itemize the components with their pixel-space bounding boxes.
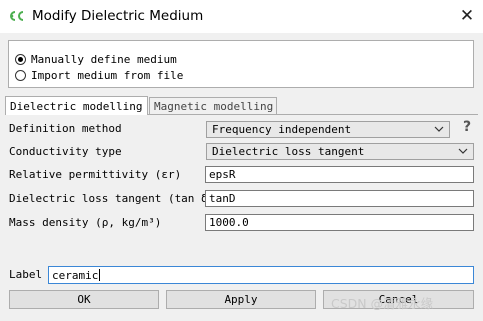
medium-source-group: Manually define medium Import medium fro… (8, 40, 474, 88)
ok-button[interactable]: OK (9, 290, 159, 309)
question-mark-icon: ? (462, 119, 472, 135)
watermark-text: CSDN @清雅永缘 (331, 296, 434, 311)
tab-magnetic-modelling[interactable]: Magnetic modelling (149, 97, 277, 115)
loss-tangent-label: Dielectric loss tangent (tan δ) (9, 192, 215, 205)
help-icon[interactable]: ? (460, 119, 474, 135)
name-label: Label (9, 268, 43, 281)
relative-permittivity-label: Relative permittivity (εr) (9, 168, 182, 181)
chevron-down-icon (434, 126, 444, 132)
radio-manual-indicator[interactable] (15, 53, 26, 65)
radio-import[interactable]: Import medium from file (15, 68, 183, 82)
conductivity-type-select[interactable]: Dielectric loss tangent (206, 143, 474, 160)
radio-manual-label: Manually define medium (31, 52, 177, 66)
definition-method-select[interactable]: Frequency independent (206, 121, 450, 138)
loss-tangent-input[interactable]: tanD (205, 190, 474, 207)
tab-magnetic-label: Magnetic modelling (154, 100, 274, 113)
relative-permittivity-input[interactable]: epsR (205, 166, 474, 183)
conductivity-type-label: Conductivity type (9, 145, 122, 158)
loss-tangent-value: tanD (209, 192, 236, 205)
relative-permittivity-value: epsR (209, 168, 236, 181)
close-button[interactable]: ✕ (453, 3, 481, 29)
app-logo-icon (8, 9, 25, 24)
close-icon: ✕ (459, 6, 475, 26)
text-caret (99, 269, 101, 281)
name-value: ceramic (52, 268, 99, 282)
mass-density-label: Mass density (ρ, kg/m³) (9, 216, 162, 229)
apply-button-label: Apply (224, 293, 258, 306)
definition-method-label: Definition method (9, 122, 122, 135)
tab-dielectric-label: Dielectric modelling (10, 99, 143, 113)
name-input[interactable]: ceramic (48, 266, 474, 284)
chevron-down-icon (458, 148, 468, 154)
radio-import-indicator[interactable] (15, 69, 26, 81)
ok-button-label: OK (77, 293, 91, 306)
apply-button[interactable]: Apply (166, 290, 316, 309)
tab-dielectric-modelling[interactable]: Dielectric modelling (5, 96, 148, 115)
mass-density-value: 1000.0 (209, 216, 249, 229)
radio-manual[interactable]: Manually define medium (15, 52, 177, 66)
window-title: Modify Dielectric Medium (32, 8, 204, 24)
definition-method-value: Frequency independent (212, 123, 352, 136)
mass-density-input[interactable]: 1000.0 (205, 214, 474, 231)
radio-import-label: Import medium from file (31, 68, 184, 82)
conductivity-type-value: Dielectric loss tangent (212, 145, 365, 158)
